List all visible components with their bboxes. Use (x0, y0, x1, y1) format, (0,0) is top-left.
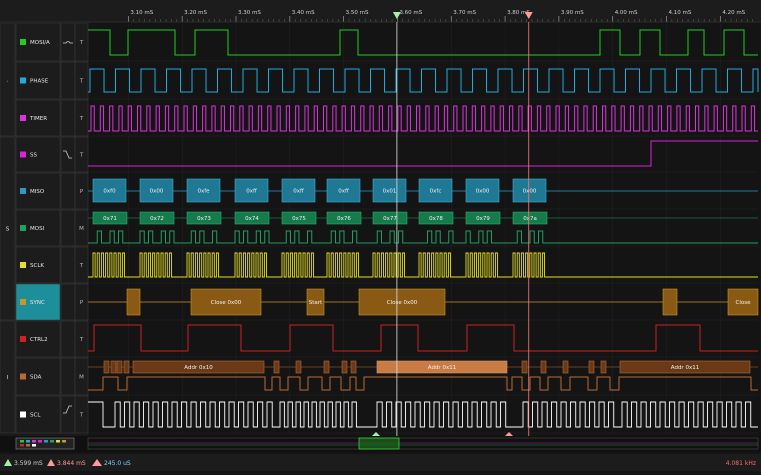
sda-address-label: Addr 0x11 (428, 365, 456, 371)
channel-name: SCLK (30, 263, 44, 269)
sda-bit[interactable] (341, 360, 348, 374)
miso-byte-label: 0xf0 (103, 189, 116, 195)
status-cursor-a: 3.599 mS (14, 460, 43, 467)
channel-name: TIMER (29, 116, 47, 122)
sda-address-label: Addr 0x11 (671, 365, 699, 371)
sda-bit[interactable] (521, 360, 528, 374)
channel-color-swatch[interactable] (20, 151, 26, 158)
sync-event-label: Close 0x00 (387, 300, 418, 306)
ruler-tick-label: 4.10 mS (669, 10, 692, 16)
miso-byte-label: 0x00 (150, 189, 164, 195)
ruler-tick-label: 4.20 mS (722, 10, 745, 16)
mosi-byte-label: 0x74 (245, 216, 259, 222)
channel-color-swatch[interactable] (20, 373, 26, 380)
channel-color-swatch[interactable] (20, 115, 26, 121)
channel-mode[interactable]: T (79, 116, 84, 122)
mosi-byte-label: 0x71 (103, 216, 117, 222)
channel-name: PHASE (30, 79, 49, 85)
miso-byte-label: 0x00 (523, 189, 537, 195)
channel-color-swatch[interactable] (20, 299, 26, 305)
mosi-byte-label: 0x77 (383, 216, 397, 222)
sda-bit[interactable] (562, 360, 569, 374)
channel-name: MISO (30, 189, 45, 195)
sda-bit[interactable] (540, 360, 547, 374)
ruler-tick-label: 4.00 mS (615, 10, 638, 16)
channel-color-swatch[interactable] (20, 77, 26, 84)
sda-bit[interactable] (110, 360, 117, 374)
channel-mode[interactable]: T (79, 337, 84, 343)
sda-bit[interactable] (273, 360, 280, 374)
sda-address-label: Addr 0x10 (184, 365, 213, 371)
channel-name: MOSI (30, 226, 45, 232)
miso-byte-label: 0xfc (430, 189, 442, 195)
channel-name: SCL (30, 413, 41, 419)
channel-name: SDA (30, 375, 42, 381)
channel-color-swatch[interactable] (20, 225, 26, 231)
logic-analyzer-window: 3.10 mS 3.20 mS 3.30 mS 3.40 mS 3.50 mS 3.60 … (0, 0, 761, 471)
mosi-byte-label: 0x79 (476, 216, 490, 222)
mosi-byte-label: 0x73 (197, 216, 211, 222)
sync-event-label: Close (736, 300, 752, 306)
miso-byte-label: 0x01 (383, 189, 397, 195)
channel-mode[interactable]: T (79, 40, 84, 46)
status-bar: 3.599 mS 3.844 mS 245.0 uS 4.081 kHz (0, 454, 761, 471)
mosi-byte-label: 0x7a (523, 216, 537, 222)
channel-name: SYNC (30, 300, 45, 306)
channel-name: SS (30, 153, 37, 159)
sync-event-label: Start (309, 300, 323, 306)
miso-byte-label: 0x00 (476, 189, 490, 195)
channel-mode[interactable]: T (79, 413, 84, 419)
ruler-tick-label: 3.50 mS (346, 10, 369, 16)
miso-byte-label: 0xff (293, 189, 304, 195)
sda-bit[interactable] (295, 360, 302, 374)
ruler-tick-label: 3.10 mS (130, 10, 153, 16)
channel-mode[interactable]: M (79, 375, 84, 381)
channel-color-swatch[interactable] (20, 411, 26, 418)
miso-byte-label: 0xff (246, 189, 257, 195)
channel-mode[interactable]: T (79, 153, 84, 159)
sync-event-label: Close 0x00 (211, 300, 242, 306)
sda-bit[interactable] (103, 360, 110, 374)
ruler-tick-label: 3.90 mS (561, 10, 584, 16)
channel-name: CTRL2 (30, 337, 48, 343)
mosi-byte-label: 0x76 (337, 216, 351, 222)
overview-viewport[interactable] (358, 437, 400, 450)
ruler-tick-label: 3.40 mS (292, 10, 315, 16)
channel-mode[interactable]: T (79, 79, 84, 85)
channel-mode[interactable]: T (79, 263, 84, 269)
channel-color-swatch[interactable] (20, 188, 26, 194)
sync-event[interactable] (662, 288, 678, 316)
status-cursor-b: 3.844 mS (57, 460, 86, 467)
mosi-byte-label: 0x72 (150, 216, 164, 222)
ruler-tick-label: 3.60 mS (399, 10, 422, 16)
ruler-tick-label: 3.20 mS (184, 10, 207, 16)
status-frequency: 4.081 kHz (726, 460, 756, 467)
sda-bit[interactable] (588, 360, 595, 374)
sync-event[interactable] (126, 288, 141, 316)
sda-bit[interactable] (323, 360, 330, 374)
channel-color-swatch[interactable] (20, 262, 26, 268)
channel-list: .SIMOSI/A TPHASE TTIMER TSS TMISO PMOSI MSCLK T… (0, 22, 89, 436)
sda-bit[interactable] (116, 360, 123, 374)
sda-bit[interactable] (123, 360, 130, 374)
status-delta: 245.0 uS (104, 460, 131, 467)
channel-group-label: . (7, 78, 9, 84)
channel-group-label: S (6, 227, 10, 233)
channel-color-swatch[interactable] (20, 336, 26, 342)
ruler-tick-label: 3.30 mS (238, 10, 261, 16)
channel-name: MOSI/A (30, 40, 50, 46)
channel-color-swatch[interactable] (20, 39, 26, 45)
miso-byte-label: 0xff (338, 189, 349, 195)
miso-byte-label: 0xfe (197, 189, 210, 195)
mosi-byte-label: 0x75 (292, 216, 306, 222)
waveform-view[interactable]: 3.10 mS 3.20 mS 3.30 mS 3.40 mS 3.50 mS 3.60 … (0, 0, 761, 471)
channel-mode[interactable]: M (79, 226, 84, 232)
ruler-tick-label: 3.70 mS (453, 10, 476, 16)
sda-bit[interactable] (350, 360, 357, 374)
mosi-byte-label: 0x78 (429, 216, 443, 222)
sda-bit[interactable] (600, 360, 607, 374)
time-ruler[interactable]: 3.10 mS 3.20 mS 3.30 mS 3.40 mS 3.50 mS 3.60 … (0, 0, 761, 23)
